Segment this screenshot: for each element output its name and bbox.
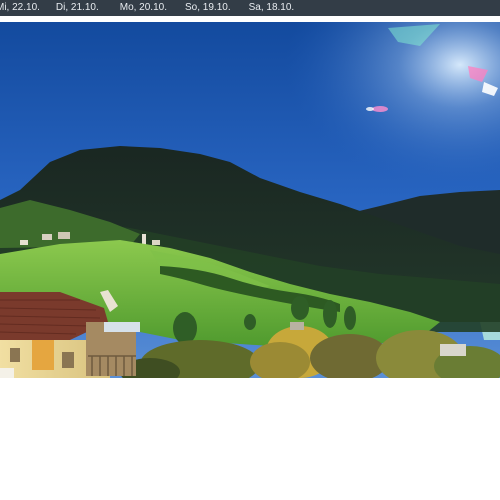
date-tab-sat[interactable]: Sa, 18.10. xyxy=(249,0,295,16)
webcam-landscape xyxy=(0,22,500,378)
date-tab-mon[interactable]: Mo, 20.10. xyxy=(120,0,167,16)
date-navigation-bar: Mi, 22.10. Di, 21.10. Mo, 20.10. So, 19.… xyxy=(0,0,500,16)
date-tab-sun[interactable]: So, 19.10. xyxy=(185,0,231,16)
page-background xyxy=(0,378,500,500)
webcam-image[interactable] xyxy=(0,22,500,378)
date-tab-wed[interactable]: Mi, 22.10. xyxy=(0,0,40,16)
date-tab-tue[interactable]: Di, 21.10. xyxy=(56,0,99,16)
